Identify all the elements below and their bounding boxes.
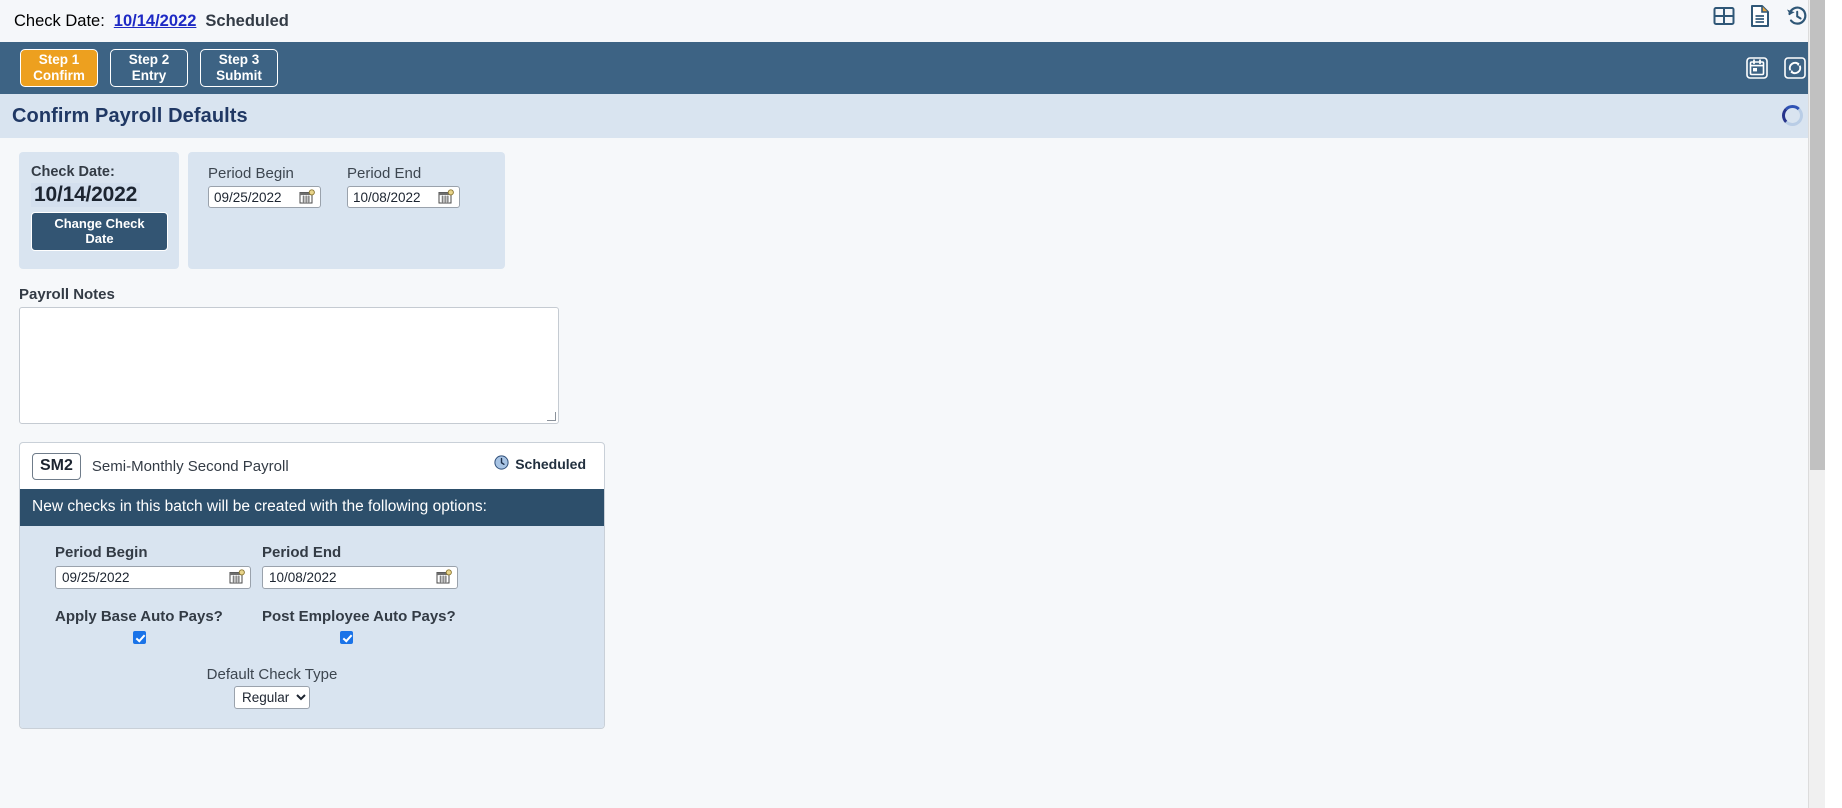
period-begin-group: Period Begin 09/25/2022	[208, 165, 321, 269]
grid-table-icon[interactable]	[1713, 5, 1735, 27]
check-date-status: Scheduled	[205, 11, 289, 30]
period-end-value: 10/08/2022	[353, 189, 421, 205]
apply-base-auto-pays-checkbox[interactable]	[133, 631, 146, 644]
page-body: Check Date: 10/14/2022 Change Check Date…	[0, 138, 1825, 808]
period-begin-label: Period Begin	[208, 165, 294, 182]
batch-options-body: Period Begin 09/25/2022 Period End 10/08…	[20, 526, 604, 728]
page-scrollbar[interactable]	[1808, 0, 1825, 808]
step-3-line2: Submit	[216, 68, 262, 83]
period-dates-card: Period Begin 09/25/2022 Period End 10/08…	[188, 152, 505, 269]
calendar-picker-icon[interactable]	[438, 189, 455, 206]
page-title-band: Confirm Payroll Defaults	[0, 94, 1825, 138]
batch-period-end-label: Period End	[262, 544, 342, 561]
batch-period-end-value: 10/08/2022	[269, 570, 337, 585]
default-check-type-label: Default Check Type	[206, 666, 338, 683]
change-check-date-button[interactable]: Change Check Date	[31, 212, 168, 251]
batch-period-end-input[interactable]: 10/08/2022	[262, 566, 458, 589]
check-date-card-value: 10/14/2022	[31, 183, 141, 207]
batch-period-begin-input[interactable]: 09/25/2022	[55, 566, 251, 589]
batch-status-badge: Scheduled	[494, 455, 586, 473]
calendar-picker-icon[interactable]	[436, 569, 453, 586]
page-title: Confirm Payroll Defaults	[12, 104, 248, 127]
batch-period-end-group: Period End 10/08/2022	[262, 544, 469, 589]
post-employee-auto-pays-checkbox-wrap	[262, 631, 469, 644]
batch-header: SM2 Semi-Monthly Second Payroll Schedule…	[20, 443, 604, 489]
step-3-submit-button[interactable]: Step 3 Submit	[200, 49, 278, 87]
period-end-input[interactable]: 10/08/2022	[347, 186, 460, 208]
check-date-card-label: Check Date:	[31, 164, 115, 180]
calendar-picker-icon[interactable]	[229, 569, 246, 586]
period-end-label: Period End	[347, 165, 422, 182]
calendar-icon[interactable]	[1745, 56, 1769, 80]
payroll-notes-textarea[interactable]	[19, 307, 559, 424]
app-root: Check Date: 10/14/2022 Scheduled Step 1 …	[0, 0, 1825, 808]
calendar-picker-icon[interactable]	[299, 189, 316, 206]
post-employee-auto-pays-group: Post Employee Auto Pays?	[262, 608, 469, 644]
check-date-link[interactable]: 10/14/2022	[114, 12, 197, 31]
batch-status-text: Scheduled	[515, 456, 586, 472]
batch-options-banner: New checks in this batch will be created…	[20, 489, 604, 526]
period-end-group: Period End 10/08/2022	[347, 165, 460, 269]
step-2-entry-button[interactable]: Step 2 Entry	[110, 49, 188, 87]
batch-period-begin-label: Period Begin	[55, 544, 148, 561]
loading-spinner-icon	[1782, 105, 1803, 126]
history-icon[interactable]	[1785, 4, 1809, 28]
payroll-notes-label: Payroll Notes	[19, 286, 115, 303]
period-begin-value: 09/25/2022	[214, 189, 282, 205]
scrollbar-thumb[interactable]	[1810, 0, 1825, 470]
step-1-line2: Confirm	[33, 68, 85, 83]
batch-code-badge: SM2	[32, 452, 81, 480]
check-date-summary: Check Date: 10/14/2022 Scheduled	[14, 12, 289, 31]
apply-base-auto-pays-checkbox-wrap	[55, 631, 262, 644]
step-toolbar: Step 1 Confirm Step 2 Entry Step 3 Submi…	[0, 42, 1825, 94]
payroll-batch-card: SM2 Semi-Monthly Second Payroll Schedule…	[19, 442, 605, 729]
step-1-confirm-button[interactable]: Step 1 Confirm	[20, 49, 98, 87]
post-employee-auto-pays-label: Post Employee Auto Pays?	[262, 608, 456, 625]
check-date-bar: Check Date: 10/14/2022 Scheduled	[0, 0, 1825, 42]
default-check-type-group: Default Check Type Regular	[20, 666, 604, 709]
batch-period-begin-group: Period Begin 09/25/2022	[55, 544, 262, 589]
summary-cards-row: Check Date: 10/14/2022 Change Check Date…	[0, 152, 1825, 269]
period-begin-input[interactable]: 09/25/2022	[208, 186, 321, 208]
step-2-line2: Entry	[131, 68, 167, 83]
document-icon[interactable]	[1749, 4, 1771, 28]
batch-period-begin-value: 09/25/2022	[62, 570, 130, 585]
clock-icon	[494, 455, 509, 473]
topbar-icon-group	[1713, 4, 1809, 28]
apply-base-auto-pays-group: Apply Base Auto Pays?	[55, 608, 262, 644]
step-1-line1: Step 1	[38, 52, 80, 68]
post-employee-auto-pays-checkbox[interactable]	[340, 631, 353, 644]
apply-base-auto-pays-label: Apply Base Auto Pays?	[55, 608, 223, 625]
toolbar-icon-group	[1745, 56, 1807, 80]
check-date-card: Check Date: 10/14/2022 Change Check Date	[19, 152, 179, 269]
default-check-type-select[interactable]: Regular	[234, 686, 310, 709]
batch-autopay-row: Apply Base Auto Pays? Post Employee Auto…	[20, 608, 604, 644]
refresh-icon[interactable]	[1783, 56, 1807, 80]
batch-name: Semi-Monthly Second Payroll	[91, 457, 289, 475]
step-3-line1: Step 3	[218, 52, 260, 68]
batch-period-row: Period Begin 09/25/2022 Period End 10/08…	[20, 544, 604, 589]
step-2-line1: Step 2	[128, 52, 170, 68]
check-date-label: Check Date:	[14, 11, 105, 30]
